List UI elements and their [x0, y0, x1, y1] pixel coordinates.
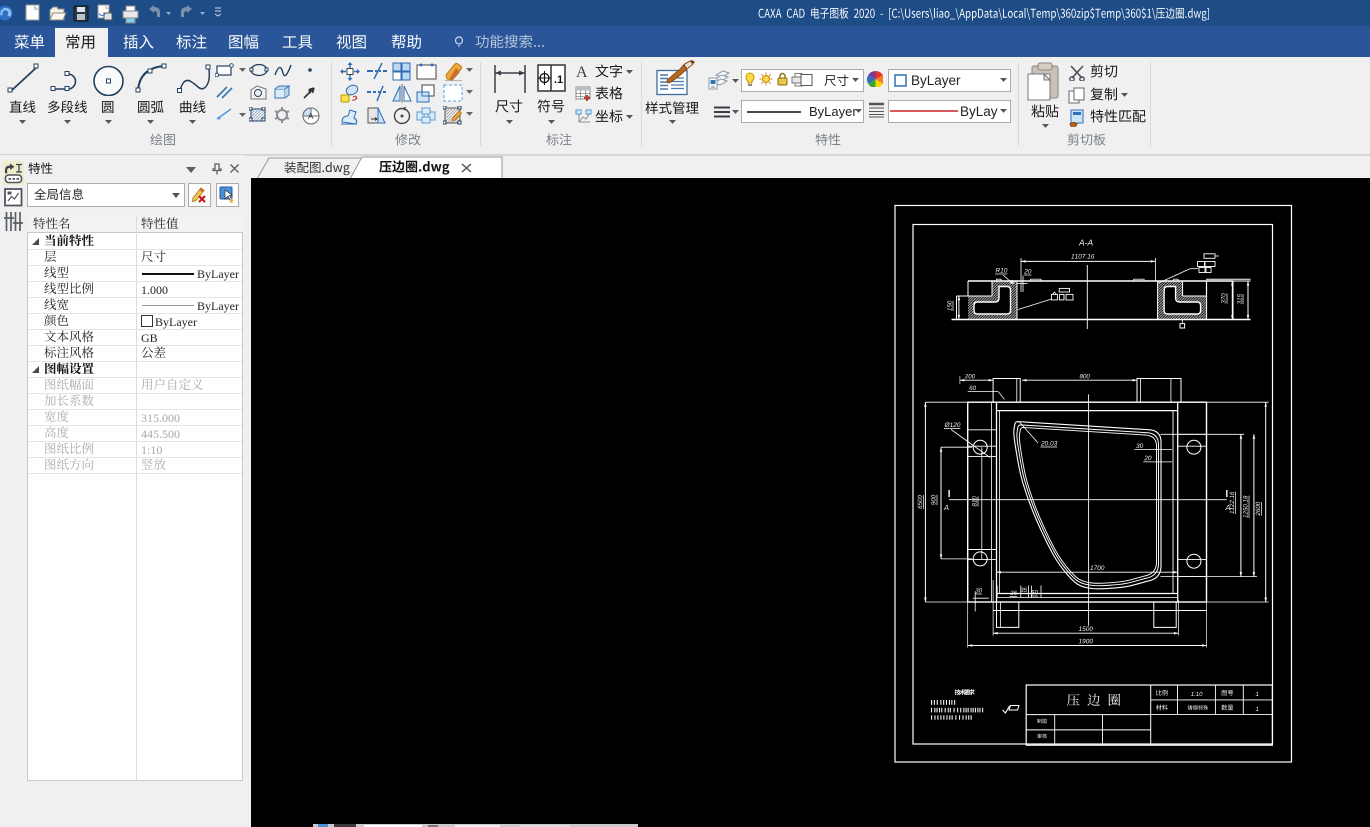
svg-text:A: A	[308, 112, 314, 121]
svg-text:X: X	[587, 110, 590, 115]
svg-text:A: A	[576, 64, 588, 80]
svg-text:.1: .1	[554, 74, 563, 86]
svg-text:Y: Y	[577, 110, 580, 115]
